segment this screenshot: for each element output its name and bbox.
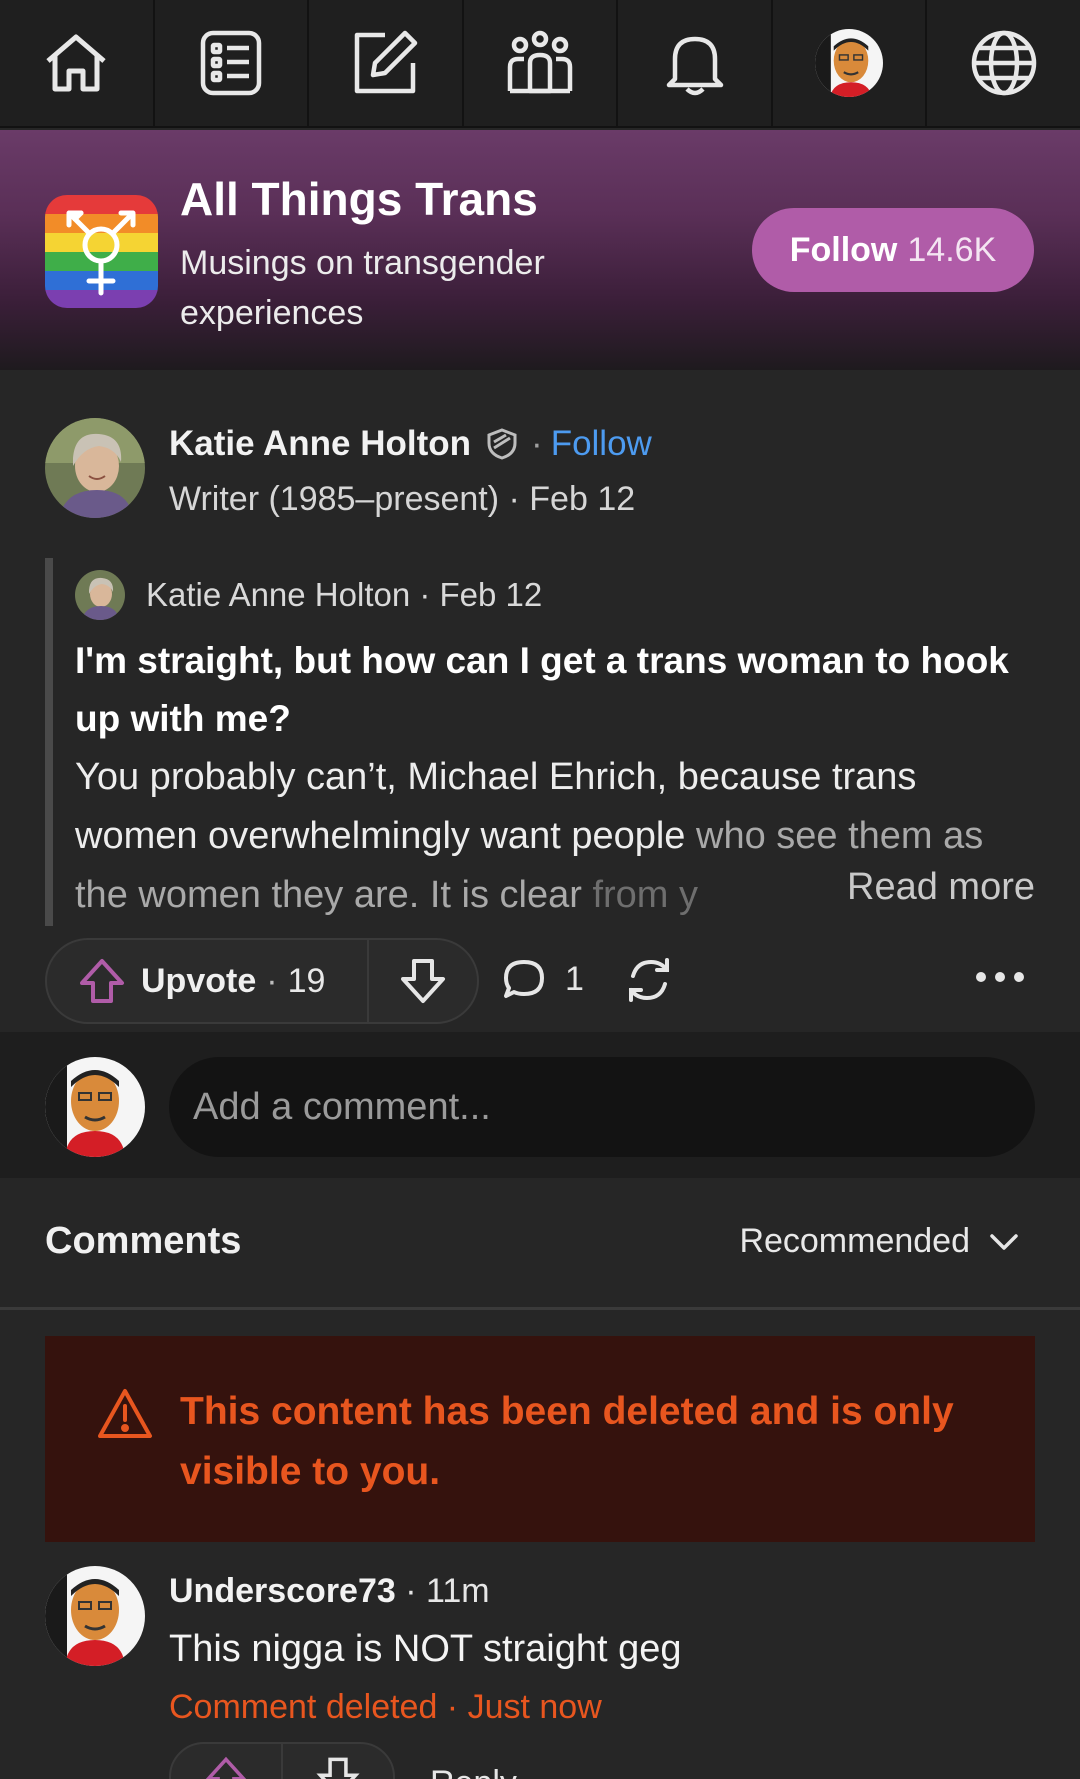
comment-upvote-button[interactable]: [171, 1744, 283, 1779]
quoted-author-avatar[interactable]: [75, 570, 125, 620]
add-comment-bar: [0, 1032, 1080, 1178]
upvote-count: 19: [287, 961, 326, 1000]
comment-input[interactable]: [169, 1057, 1035, 1157]
space-subtitle: Musings on transgender experiences: [180, 244, 545, 332]
transgender-pride-icon: [45, 195, 158, 308]
verified-shield-icon: [487, 428, 517, 460]
post-card: Katie Anne Holton · Follow Writer (1985–…: [0, 372, 1080, 1032]
commenter-name[interactable]: Underscore73: [169, 1572, 396, 1610]
more-horizontal-icon: [976, 972, 1024, 982]
current-user-avatar: [45, 1057, 145, 1157]
comment-vote-pill: [169, 1742, 395, 1779]
nav-following[interactable]: [155, 0, 310, 126]
profile-avatar: [815, 29, 884, 97]
deleted-notice-text: This content has been deleted and is onl…: [180, 1390, 954, 1493]
nav-answer[interactable]: [309, 0, 464, 126]
space-title[interactable]: All Things Trans: [180, 172, 538, 226]
follower-count: 14.6K: [907, 230, 997, 269]
follow-author-link[interactable]: Follow: [551, 424, 652, 464]
chevron-down-icon: [990, 1233, 1018, 1250]
comment-meta: Underscore73 · 11m: [169, 1572, 490, 1611]
home-icon: [46, 34, 106, 92]
follow-label: Follow: [789, 230, 898, 269]
comment-item: Underscore73 · 11m This nigga is NOT str…: [0, 1542, 1080, 1779]
read-more-link[interactable]: Read more: [837, 866, 1035, 909]
post-actions: Upvote · 19 1: [45, 938, 1035, 1024]
reshare-icon: [629, 958, 669, 1002]
share-button[interactable]: [623, 954, 675, 1011]
quoted-author-line[interactable]: Katie Anne Holton · Feb 12: [146, 576, 542, 614]
top-navigation: [0, 0, 1080, 128]
upvote-label: Upvote: [141, 961, 257, 1000]
shared-answer-quote[interactable]: Katie Anne Holton · Feb 12 I'm straight,…: [45, 558, 1035, 926]
author-line: Katie Anne Holton · Follow: [169, 424, 652, 464]
nav-home[interactable]: [0, 0, 155, 126]
answer-list-icon: [200, 30, 262, 96]
upvote-arrow-icon: [80, 959, 124, 1003]
comment-downvote-button[interactable]: [283, 1744, 393, 1779]
warning-triangle-icon: [98, 1389, 152, 1438]
comment-status: Comment deleted · Just now: [169, 1688, 602, 1726]
comments-button[interactable]: 1: [501, 956, 584, 1002]
more-options-button[interactable]: [975, 966, 1025, 993]
comment-time: · 11m: [395, 1572, 490, 1610]
author-name[interactable]: Katie Anne Holton: [169, 424, 471, 464]
bell-icon: [666, 36, 723, 96]
author-credential: Writer (1985–present) · Feb 12: [169, 480, 636, 518]
nav-language[interactable]: [927, 0, 1080, 126]
question-title[interactable]: I'm straight, but how can I get a trans …: [75, 632, 1025, 748]
nav-spaces[interactable]: [464, 0, 619, 126]
edit-icon: [355, 30, 418, 94]
comments-title: Comments: [45, 1220, 242, 1262]
nav-profile[interactable]: [773, 0, 928, 126]
separator-dot: ·: [531, 424, 543, 463]
sort-label: Recommended: [739, 1222, 970, 1260]
space-header: All Things Trans Musings on transgender …: [0, 130, 1080, 370]
space-logo[interactable]: [45, 195, 158, 308]
author-avatar[interactable]: [45, 418, 145, 518]
nav-notifications[interactable]: [618, 0, 773, 126]
vote-pill: Upvote · 19: [45, 938, 479, 1024]
answer-excerpt-fade2: from y: [592, 874, 699, 916]
upvote-arrow-icon: [205, 1756, 247, 1779]
comments-header: Comments Recommended: [0, 1178, 1080, 1310]
sort-dropdown[interactable]: Recommended: [739, 1222, 1020, 1261]
downvote-arrow-icon: [401, 959, 445, 1003]
upvote-button[interactable]: Upvote · 19: [47, 940, 369, 1022]
comment-bubble-icon: [504, 960, 544, 998]
follow-space-button[interactable]: Follow 14.6K: [752, 208, 1034, 292]
upvote-separator: ·: [266, 961, 278, 1000]
reply-button[interactable]: Reply: [430, 1764, 517, 1779]
spaces-icon: [507, 30, 573, 94]
downvote-arrow-icon: [316, 1757, 360, 1779]
downvote-button[interactable]: [369, 956, 477, 1006]
comment-count: 1: [565, 959, 584, 998]
comment-text: This nigga is NOT straight geg: [169, 1628, 682, 1670]
globe-icon: [971, 30, 1036, 96]
commenter-avatar[interactable]: [45, 1566, 145, 1666]
deleted-content-banner: This content has been deleted and is onl…: [45, 1336, 1035, 1542]
